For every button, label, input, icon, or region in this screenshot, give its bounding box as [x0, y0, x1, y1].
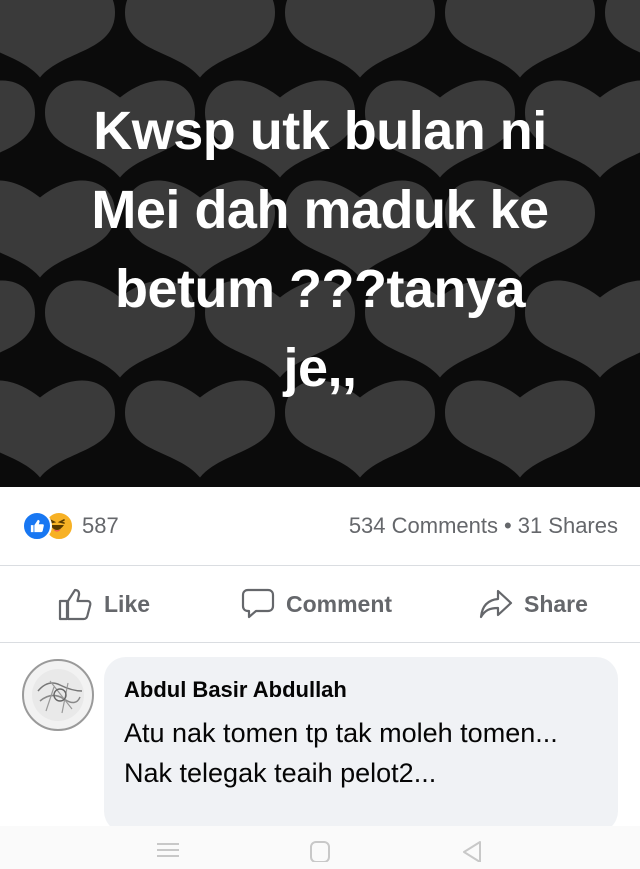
post-line: je,, [283, 338, 357, 398]
comment-button[interactable]: Comment [240, 586, 392, 622]
share-arrow-icon [479, 589, 513, 619]
reaction-count: 587 [82, 513, 119, 538]
avatar[interactable] [22, 659, 94, 731]
share-label: Share [524, 590, 588, 617]
thumbs-up-outline-icon [58, 588, 92, 621]
comment-bubble[interactable]: Abdul Basir Abdullah Atu nak tomen tp ta… [104, 657, 618, 833]
like-label: Like [104, 590, 151, 617]
commenter-name[interactable]: Abdul Basir Abdullah [124, 677, 347, 703]
recent-apps-icon[interactable] [155, 836, 181, 865]
comments-shares: 534 Comments • 31 Shares [349, 511, 618, 541]
home-icon[interactable] [308, 836, 332, 867]
back-icon[interactable] [458, 836, 484, 867]
comments-count[interactable]: 534 Comments [349, 513, 498, 538]
reactions-summary[interactable]: 587 [22, 511, 119, 541]
system-nav-bar [0, 826, 640, 869]
separator: • [504, 513, 512, 538]
post-line: Mei dah maduk ke [91, 180, 549, 240]
post-actions: Like Comment Share [0, 566, 640, 643]
post-stats: 587 534 Comments • 31 Shares [0, 487, 640, 566]
post-image[interactable]: Kwsp utk bulan ni Mei dah maduk ke betum… [0, 0, 640, 487]
share-button[interactable]: Share [478, 586, 588, 622]
post-line: Kwsp utk bulan ni [93, 101, 547, 161]
post-text: Kwsp utk bulan ni Mei dah maduk ke betum… [40, 92, 600, 408]
comment-label: Comment [286, 590, 393, 617]
shares-count[interactable]: 31 Shares [518, 513, 618, 538]
comment-item: Abdul Basir Abdullah Atu nak tomen tp ta… [0, 643, 640, 833]
post-line: betum ???tanya [114, 259, 526, 319]
thumbs-up-icon [22, 511, 52, 541]
comment-text: Atu nak tomen tp tak moleh tomen... Nak … [124, 718, 558, 788]
like-button[interactable]: Like [58, 586, 150, 622]
speech-bubble-icon [241, 588, 275, 619]
